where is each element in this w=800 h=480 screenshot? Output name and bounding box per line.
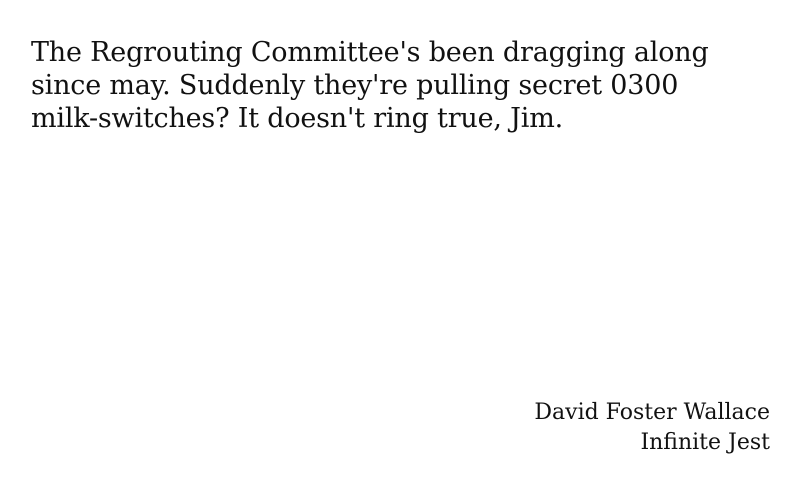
quote-line: The Regrouting Committee's been dragging… [31,37,709,68]
quote-text: The Regrouting Committee's been dragging… [31,36,721,135]
quote-line: milk-switches? It doesn't ring true, Jim… [31,103,563,134]
quote-line: since may. Suddenly they're pulling secr… [31,70,679,101]
attribution: David Foster Wallace Infinite Jest [534,398,770,458]
work-title: Infinite Jest [640,430,770,455]
author-name: David Foster Wallace [534,400,770,425]
page: { "quote": { "lines": [ "The Regrouting … [0,0,800,480]
